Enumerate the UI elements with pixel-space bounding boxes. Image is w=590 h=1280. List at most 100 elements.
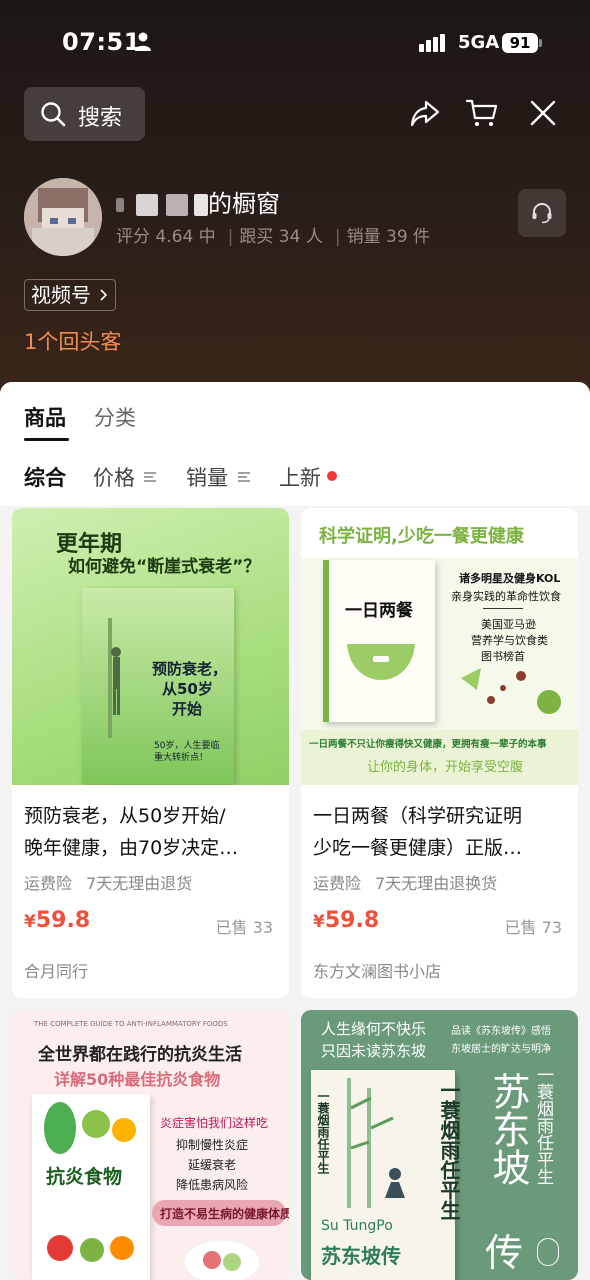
status-time: 07:51 xyxy=(62,28,141,56)
network-type: 5GA xyxy=(458,32,500,53)
redacted-name-part xyxy=(194,194,208,216)
divider xyxy=(483,608,523,609)
channel-tag[interactable]: 视频号 xyxy=(24,279,116,311)
salad-plate-illustration xyxy=(183,1239,261,1280)
close-icon[interactable] xyxy=(526,96,560,130)
shop-name[interactable]: 合月同行 xyxy=(24,958,88,982)
book-cover: 预防衰老， 从50岁 开始 50岁，人生要临 重大转折点！ xyxy=(82,588,234,784)
share-icon[interactable] xyxy=(408,96,442,130)
chevron-right-icon xyxy=(100,289,108,301)
food-decoration-illustration xyxy=(461,668,561,714)
sort-price[interactable]: 价格 xyxy=(93,462,135,492)
product-card[interactable]: 人生缘何不快乐 只因未读苏东坡 品读《苏东坡传》感悟 东坡居士的旷达与明净 一蓑… xyxy=(301,1010,578,1280)
cover-english-title: THE COMPLETE GUIDE TO ANTI-INFLAMMATORY … xyxy=(34,1020,228,1028)
service-tag: 运费险 xyxy=(313,874,362,893)
tab-categories[interactable]: 分类 xyxy=(94,402,136,432)
signal-icon xyxy=(419,34,445,52)
currency-symbol: ¥ xyxy=(313,912,325,932)
cover-footer: 让你的身体，开始享受空腹 xyxy=(367,760,524,775)
fruits-illustration xyxy=(47,1235,134,1262)
product-cover-image: 更年期 如何避免“断崖式衰老”？ 预防衰老， 从50岁 开始 50岁，人生要临 … xyxy=(12,508,289,785)
sort-sales[interactable]: 销量 xyxy=(186,462,228,492)
cover-banner: 科学证明,少吃一餐更健康 xyxy=(319,526,524,547)
service-tags: 运费险 7天无理由退货 xyxy=(24,870,206,894)
search-label: 搜索 xyxy=(78,106,123,131)
product-card[interactable]: 科学证明,少吃一餐更健康 一日两餐 诸多明星及健身KOL 亲身实践的革命性饮食 … xyxy=(301,508,578,998)
product-title-line: 一日两餐（科学研究证明 xyxy=(313,805,523,827)
product-title-line: 预防衰老，从50岁开始/ xyxy=(24,805,226,827)
sold-count: 已售 33 xyxy=(215,918,273,937)
battery-indicator: 91 xyxy=(502,33,542,55)
search-button[interactable]: 搜索 xyxy=(24,87,145,141)
divider: | xyxy=(227,227,234,247)
price-value: 59.8 xyxy=(35,908,91,933)
currency-symbol: ¥ xyxy=(24,912,36,932)
shop-name[interactable]: 东方文澜图书小店 xyxy=(313,958,441,982)
book-title: 抗炎食物 xyxy=(46,1166,123,1188)
cover-point: 延缓衰老 xyxy=(188,1158,237,1172)
redacted-name-part xyxy=(136,194,158,216)
shop-sales: 销量 39 件 xyxy=(346,227,431,247)
product-title: 一日两餐（科学研究证明 少吃一餐更健康）正版… xyxy=(313,800,566,864)
cover-headline: 全世界都在践行的抗炎生活 xyxy=(38,1045,242,1065)
customer-service-button[interactable] xyxy=(518,189,566,237)
shop-avatar[interactable] xyxy=(24,178,102,256)
service-tag: 7天无理由退换货 xyxy=(375,874,498,893)
search-icon xyxy=(41,102,66,127)
author-seal xyxy=(537,1238,559,1266)
headset-icon xyxy=(532,203,552,224)
shop-title: 的橱窗 xyxy=(116,184,280,218)
product-card[interactable]: 更年期 如何避免“断崖式衰老”？ 预防衰老， 从50岁 开始 50岁，人生要临 … xyxy=(12,508,289,998)
cover-vertical-small: 一蓑烟雨任平生 xyxy=(316,1090,330,1174)
tab-active-indicator xyxy=(24,438,69,441)
cover-vertical-title: 一蓑烟雨任平生 xyxy=(533,1066,553,1185)
shop-followers: 跟买 34 人 xyxy=(239,227,323,247)
product-cover-image: 科学证明,少吃一餐更健康 一日两餐 诸多明星及健身KOL 亲身实践的革命性饮食 … xyxy=(301,508,578,785)
avatar-image xyxy=(24,178,102,256)
sort-toggle-icon xyxy=(238,472,250,482)
cover-headline: 如何避免“断崖式衰老”？ xyxy=(68,557,261,577)
cover-point: 抑制慢性炎症 xyxy=(176,1138,249,1152)
cart-icon[interactable] xyxy=(465,96,499,130)
product-cover-image: 人生缘何不快乐 只因未读苏东坡 品读《苏东坡传》感悟 东坡居士的旷达与明净 一蓑… xyxy=(301,1010,578,1280)
shop-stats: 评分 4.64 中 | 跟买 34 人 | 销量 39 件 xyxy=(116,222,436,247)
sold-count: 已售 73 xyxy=(504,918,562,937)
book-title: 从50岁 xyxy=(162,680,213,698)
cover-big-name: 苏东坡 xyxy=(486,1072,530,1186)
tab-products[interactable]: 商品 xyxy=(24,402,66,432)
channel-tag-label: 视频号 xyxy=(31,283,91,307)
product-title-line: 晚年健康，由70岁决定… xyxy=(24,837,239,859)
cover-ribbon-text: 打造不易生病的健康体质 xyxy=(160,1207,289,1221)
product-title: 预防衰老，从50岁开始/ 晚年健康，由70岁决定… xyxy=(24,800,277,864)
cover-footer: 一日两餐不只让你瘦得快又健康，更拥有瘦一辈子的本事 xyxy=(309,739,547,750)
battery-level: 91 xyxy=(502,33,538,53)
book-cover: 一蓑烟雨任平生 Su TungPo 苏东坡传 xyxy=(311,1070,455,1280)
cover-headline: 只因未读苏东坡 xyxy=(321,1042,427,1060)
product-title-line: 少吃一餐更健康）正版… xyxy=(313,837,523,859)
cover-side-text: 品读《苏东坡传》感悟 xyxy=(451,1026,551,1037)
book-title: 苏东坡传 xyxy=(321,1244,401,1268)
sort-newest[interactable]: 上新 xyxy=(279,462,321,492)
shop-rating: 评分 4.64 中 xyxy=(116,227,216,247)
sort-toggle-icon xyxy=(144,472,156,482)
sort-overall[interactable]: 综合 xyxy=(24,462,66,492)
product-cover-image: THE COMPLETE GUIDE TO ANTI-INFLAMMATORY … xyxy=(12,1010,289,1280)
product-card[interactable]: THE COMPLETE GUIDE TO ANTI-INFLAMMATORY … xyxy=(12,1010,289,1280)
cover-point: 降低患病风险 xyxy=(176,1178,249,1192)
shop-title-suffix: 的橱窗 xyxy=(208,190,280,218)
cover-promo: 营养学与饮食类 xyxy=(471,634,548,647)
vegetables-illustration xyxy=(44,1102,136,1154)
cover-ribbon: 打造不易生病的健康体质 xyxy=(152,1200,289,1226)
book-blurb: 重大转折点！ xyxy=(154,753,209,763)
cover-point: 炎症害怕我们这样吃 xyxy=(160,1116,269,1130)
new-indicator-dot xyxy=(327,471,337,481)
book-pinyin: Su TungPo xyxy=(321,1218,393,1234)
book-cover: 一日两餐 xyxy=(323,560,435,722)
book-title: 开始 xyxy=(172,700,203,718)
cover-side-text: 东坡居士的旷达与明净 xyxy=(451,1044,551,1055)
bowl-illustration xyxy=(347,644,415,680)
person-icon xyxy=(135,32,151,51)
cover-promo: 诸多明星及健身KOL xyxy=(459,572,561,585)
battery-tip xyxy=(539,39,542,47)
redacted-name-part xyxy=(166,194,188,216)
